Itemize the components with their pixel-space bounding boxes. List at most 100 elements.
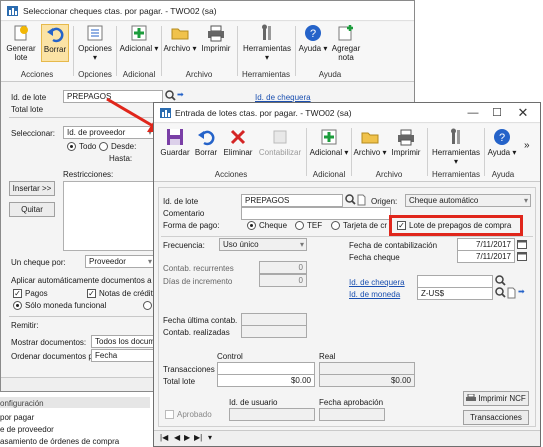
credit-notes-check-label: Notas de crédito (99, 289, 158, 298)
total-batch-label: Total lote (11, 105, 44, 114)
control-total-field[interactable]: $0.00 (217, 374, 315, 387)
radio-check[interactable] (247, 221, 256, 230)
help-button[interactable]: ? Ayuda ▾ (298, 24, 328, 53)
delete-button[interactable]: Eliminar (220, 128, 256, 157)
previous-record-icon[interactable]: ◀ (174, 433, 180, 442)
options-button[interactable]: Opciones ▾ (77, 24, 113, 62)
printer-icon (466, 393, 477, 401)
last-posting-label: Fecha última contab. (163, 316, 238, 325)
approved-checkbox[interactable] (165, 410, 174, 419)
currency-id-link[interactable]: Id. de moneda (349, 290, 400, 299)
radio-all[interactable] (67, 142, 76, 151)
additional-button[interactable]: Adicional ▾ (119, 24, 159, 53)
postings-done-field[interactable] (241, 325, 307, 338)
side-panel-item[interactable]: por pagar (0, 413, 34, 422)
save-button[interactable]: Guardar (158, 128, 192, 157)
additional-button[interactable]: Adicional ▾ (309, 128, 349, 157)
front-ribbon: Guardar Borrar Eliminar Contabilizar Adi… (154, 124, 540, 182)
first-record-icon[interactable]: |◀ (160, 433, 168, 442)
increment-field[interactable]: 0 (259, 274, 307, 287)
checkbook-id-link[interactable]: Id. de chequera (255, 93, 311, 102)
radio-functional-currency[interactable] (13, 301, 22, 310)
print-ncf-button[interactable]: Imprimir NCF (463, 391, 529, 406)
app-icon (7, 6, 18, 16)
close-button[interactable]: ✕ (512, 106, 534, 120)
arrow-right-icon[interactable]: ➡ (177, 90, 184, 99)
radio-card[interactable] (331, 221, 340, 230)
batch-id-field[interactable]: PREPAGOS (241, 194, 343, 207)
front-window: Entrada de lotes ctas. por pagar. - TWO0… (153, 102, 541, 447)
transactions-button[interactable]: Transacciones (463, 410, 529, 425)
help-icon: ? (494, 129, 510, 145)
sort-dropdown-icon[interactable]: ▾ (208, 433, 212, 442)
group-additional: Adicional (312, 170, 346, 179)
credit-notes-checkbox[interactable]: ✓ (87, 289, 96, 298)
group-tools: Herramientas (241, 70, 290, 79)
note-icon[interactable] (507, 287, 516, 299)
order-docs-dropdown[interactable]: Fecha (91, 349, 155, 362)
radio-from-label: Desde: (111, 142, 137, 151)
batch-id-label: Id. de lote (163, 197, 199, 206)
tools-button[interactable]: Herramientas ▾ (430, 128, 482, 166)
frequency-dropdown[interactable]: Uso único (219, 238, 307, 251)
checkbook-id-link[interactable]: Id. de chequera (349, 278, 405, 287)
restrictions-list[interactable] (63, 181, 155, 251)
radio-eft[interactable] (295, 221, 304, 230)
comment-field[interactable] (241, 207, 391, 220)
radio-from[interactable] (99, 142, 108, 151)
side-panel-item[interactable]: e de proveedor (0, 425, 54, 434)
clear-button[interactable]: Borrar (192, 128, 220, 157)
select-label: Seleccionar: (11, 129, 56, 138)
check-date-field[interactable]: 7/11/2017 (457, 250, 515, 263)
lookup-icon[interactable] (495, 287, 506, 299)
minimize-button[interactable]: — (462, 106, 484, 120)
user-id-label: Id. de usuario (229, 398, 278, 407)
tools-button[interactable]: Herramientas ▾ (241, 24, 293, 62)
payments-checkbox[interactable]: ✓ (13, 289, 22, 298)
app-icon (160, 108, 171, 118)
clear-button[interactable]: Borrar (41, 24, 69, 62)
help-button[interactable]: ? Ayuda ▾ (487, 128, 517, 157)
delete-x-icon (230, 129, 246, 145)
front-window-title: Entrada de lotes ctas. por pagar. - TWO0… (175, 108, 352, 118)
approved-label: Aprobado (177, 410, 212, 419)
functional-currency-label: Sólo moneda funcional (25, 301, 107, 310)
prepay-batch-checkbox[interactable]: ✓ (397, 221, 406, 230)
navigation-bar: |◀ ◀ ▶ ▶| ▾ (154, 430, 540, 446)
front-window-titlebar: Entrada de lotes ctas. por pagar. - TWO0… (154, 103, 540, 123)
lookup-icon[interactable] (345, 194, 356, 206)
note-icon[interactable] (357, 194, 366, 206)
post-button[interactable]: Contabilizar (256, 128, 304, 157)
print-button[interactable]: Imprimir (388, 128, 424, 157)
next-record-icon[interactable]: ▶ (184, 433, 190, 442)
generate-batch-button[interactable]: Generar lote (5, 24, 37, 62)
insert-button[interactable]: Insertar >> (9, 181, 55, 196)
radio-multicurrency[interactable] (143, 301, 152, 310)
origin-dropdown[interactable]: Cheque automático (405, 194, 531, 207)
control-header: Control (217, 352, 243, 361)
check-date-label: Fecha cheque (349, 253, 400, 262)
options-list-icon (87, 25, 103, 41)
batch-id-label: Id. de lote (11, 93, 47, 102)
maximize-button[interactable]: ☐ (486, 106, 508, 120)
print-button[interactable]: Imprimir (199, 24, 233, 53)
show-docs-dropdown[interactable]: Todos los documen (91, 335, 155, 348)
more-chevron-icon[interactable]: » (524, 140, 530, 151)
currency-id-field[interactable]: Z-US$ (417, 287, 493, 300)
calendar-icon[interactable] (517, 251, 527, 261)
lookup-icon[interactable] (495, 275, 506, 287)
recurring-field[interactable]: 0 (259, 261, 307, 274)
group-help: Ayuda (491, 170, 515, 179)
side-panel-item[interactable]: asamiento de órdenes de compra (0, 437, 119, 446)
file-button[interactable]: Archivo ▾ (163, 24, 197, 53)
remove-button[interactable]: Quitar (9, 202, 55, 217)
radio-eft-label: TEF (307, 221, 323, 230)
user-id-field (229, 408, 315, 421)
calendar-icon[interactable] (517, 239, 527, 249)
last-record-icon[interactable]: ▶| (194, 433, 202, 442)
file-button[interactable]: Archivo ▾ (353, 128, 387, 157)
add-note-button[interactable]: Agregar nota (329, 24, 363, 62)
currency-expand-icon[interactable]: ➡ (518, 287, 525, 296)
group-additional: Adicional (122, 70, 156, 79)
one-check-dropdown[interactable]: Proveedor (85, 255, 155, 268)
